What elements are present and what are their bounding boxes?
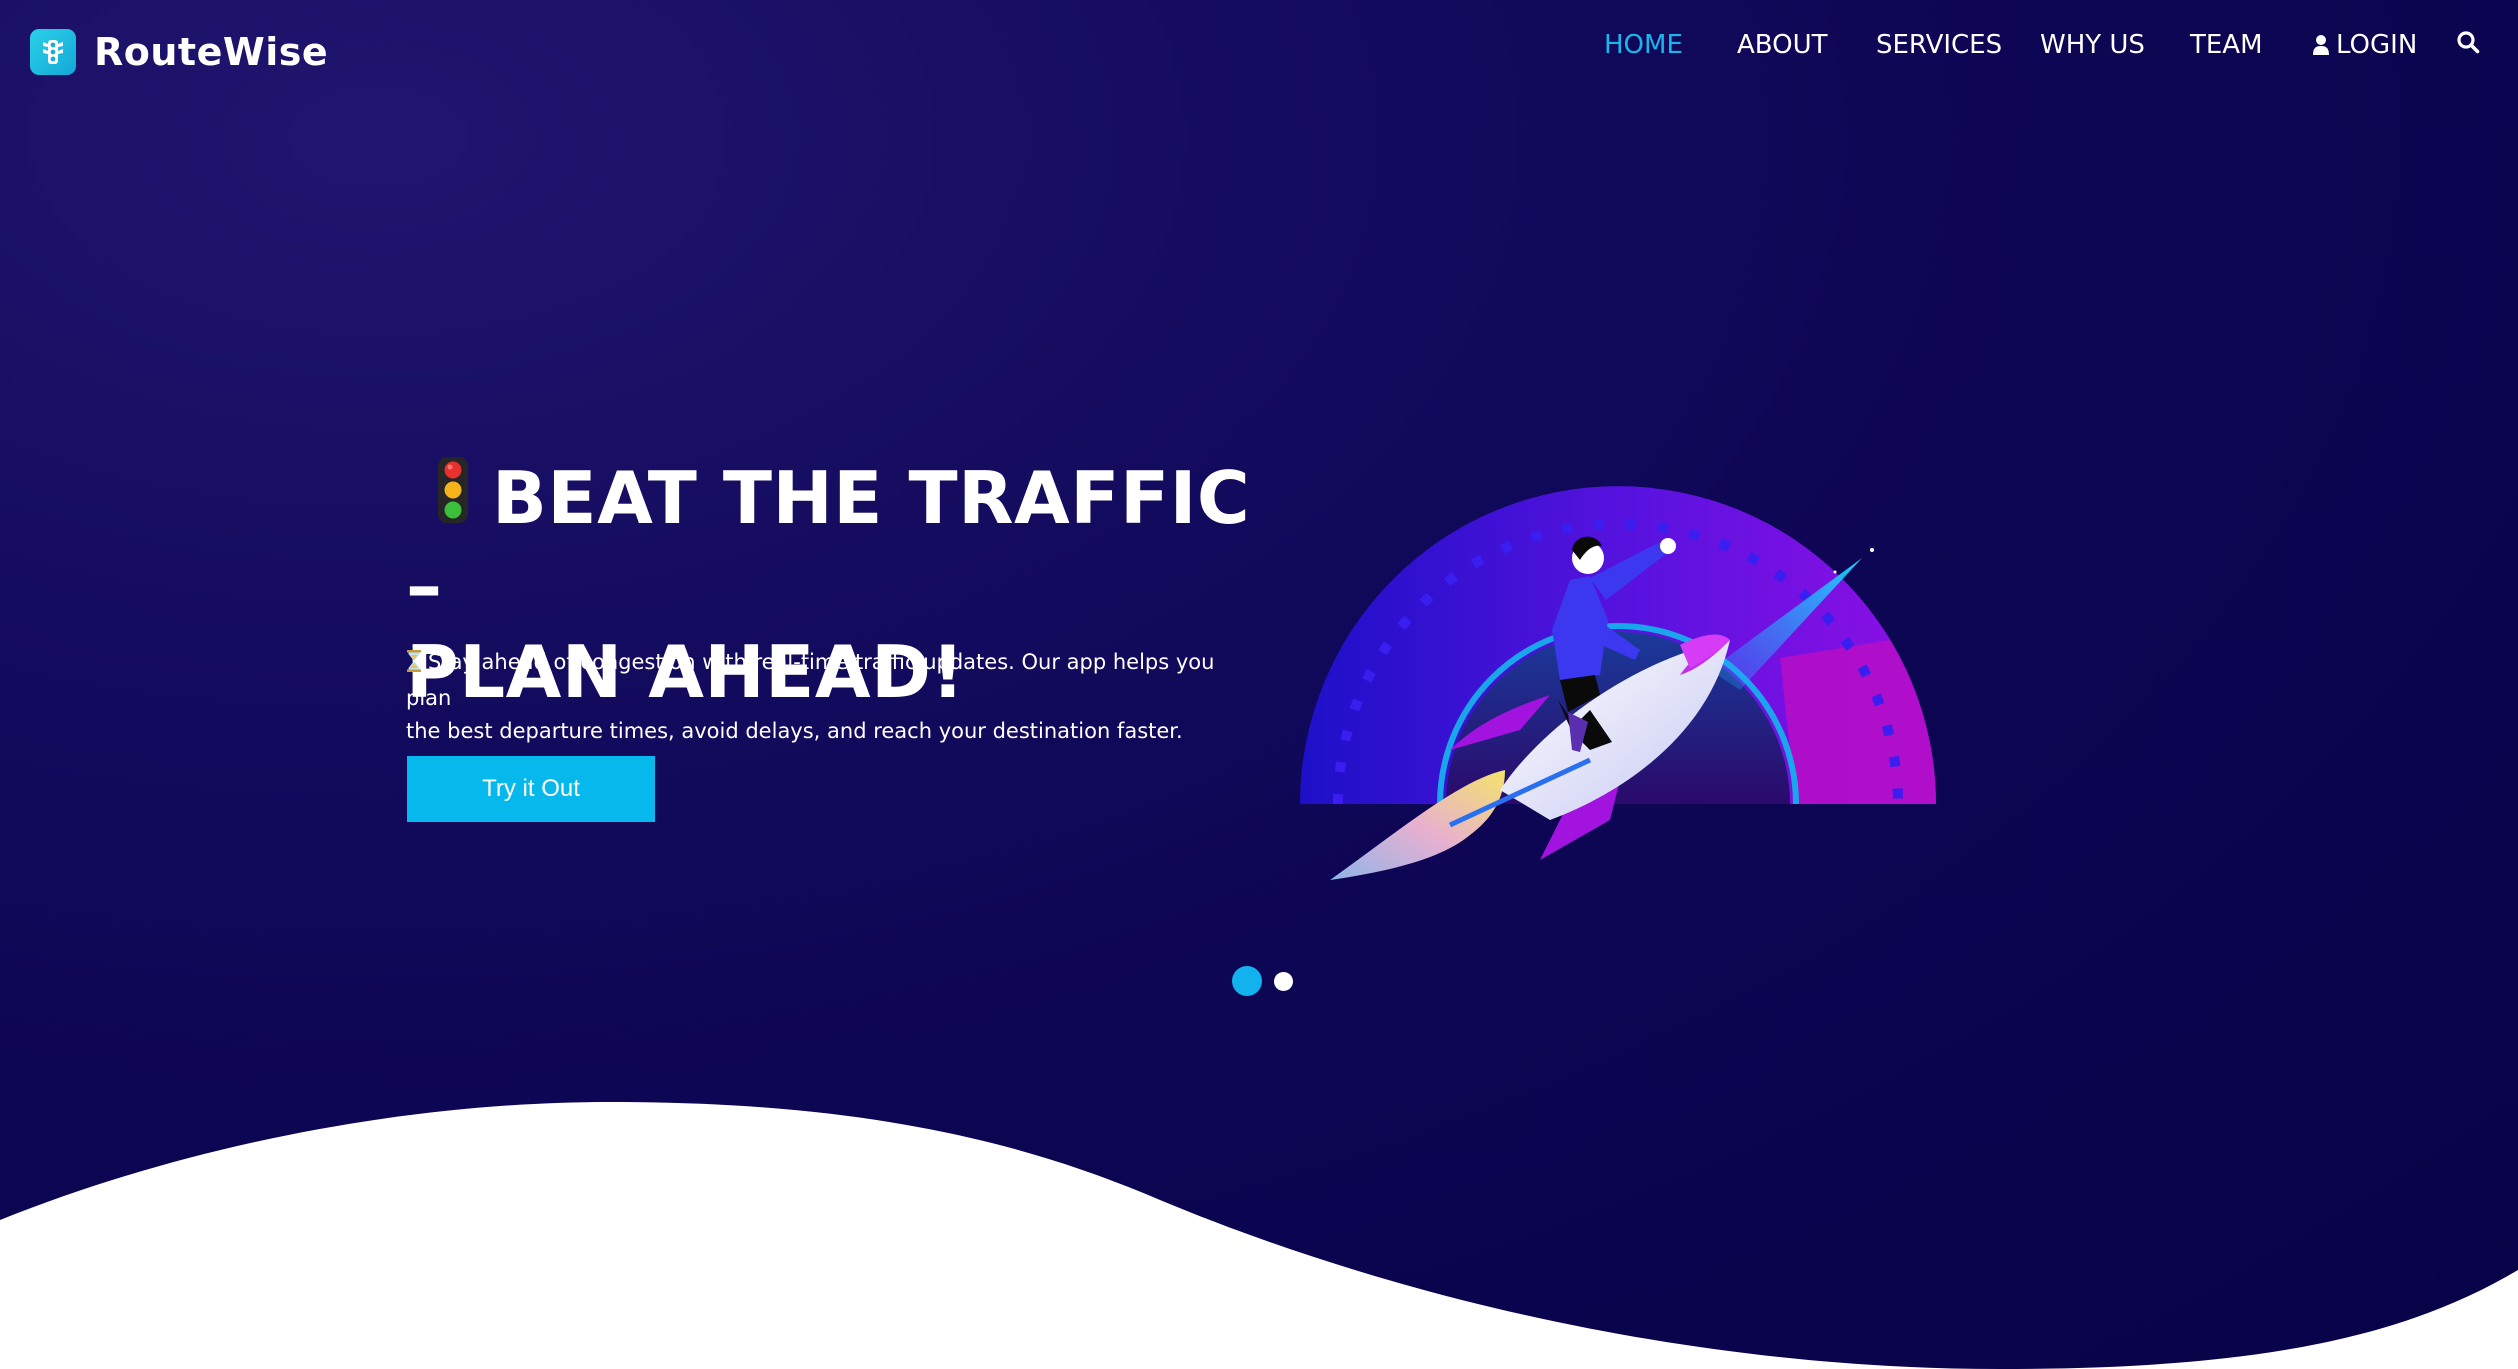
carousel-indicators	[1232, 966, 1293, 996]
rocket-speedometer-illustration	[1300, 486, 1936, 880]
nav-item-home[interactable]: HOME	[1604, 30, 1683, 60]
nav-item-services-label: SERVICES	[1876, 30, 2003, 60]
nav-item-services[interactable]: SERVICES	[1876, 30, 2002, 60]
nav-item-why-us[interactable]: WHY US	[2040, 30, 2145, 60]
carousel-dot-active[interactable]	[1232, 966, 1262, 996]
login-label: LOGIN	[2336, 30, 2418, 60]
user-icon	[2313, 35, 2329, 55]
traffic-light-icon	[30, 29, 76, 75]
login-link[interactable]: LOGIN	[2312, 30, 2417, 60]
search-icon	[2457, 31, 2480, 54]
brand-logo[interactable]: RouteWise	[30, 29, 328, 75]
try-it-out-button[interactable]: Try it Out	[407, 756, 655, 822]
nav-item-about-label: ABOUT	[1737, 30, 1828, 60]
bottom-wave-divider	[0, 1102, 2518, 1369]
hourglass-icon	[406, 649, 422, 682]
search-button[interactable]	[2456, 30, 2480, 61]
site-header: RouteWise HOME ABOUT SERVICES WHY US TEA…	[0, 0, 2518, 102]
nav-item-team-label: TEAM	[2190, 30, 2263, 60]
nav-item-about[interactable]: ABOUT	[1737, 30, 1828, 60]
hero-title-line1: BEAT THE TRAFFIC –	[406, 456, 1251, 629]
nav-item-why-us-label: WHY US	[2040, 30, 2145, 60]
carousel-dot[interactable]	[1274, 971, 1293, 991]
traffic-light-icon	[436, 455, 470, 543]
nav-item-team[interactable]: TEAM	[2190, 30, 2263, 60]
hero-description-line1: Stay ahead of congestion with real-time …	[406, 650, 1215, 710]
landing-page: RouteWise HOME ABOUT SERVICES WHY US TEA…	[0, 0, 2518, 1369]
hero-description: Stay ahead of congestion with real-time …	[406, 646, 1246, 748]
brand-name: RouteWise	[94, 30, 329, 74]
hero-description-line2: the best departure times, avoid delays, …	[406, 719, 1183, 743]
